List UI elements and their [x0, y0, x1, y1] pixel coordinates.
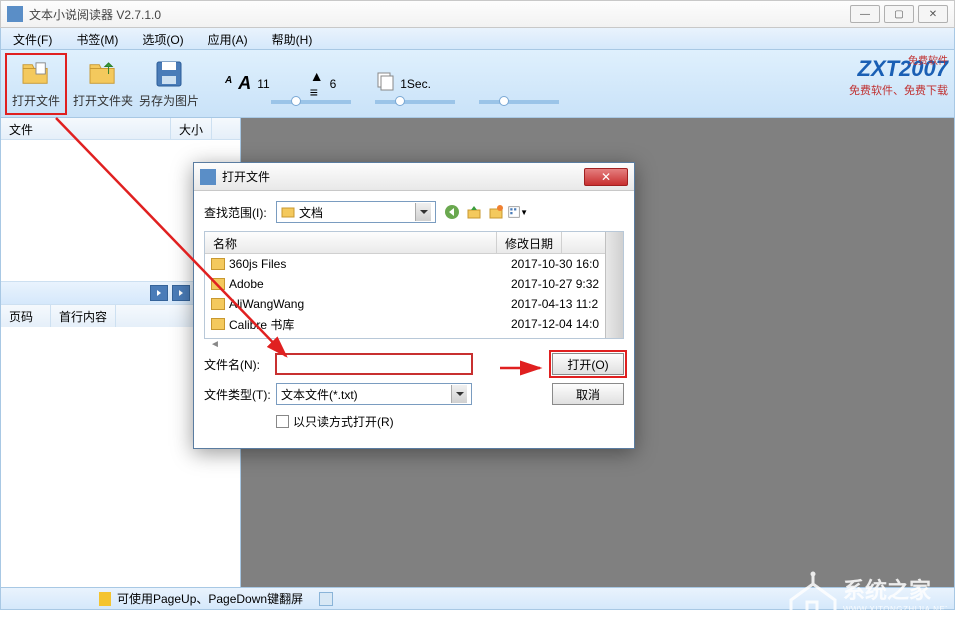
minimize-button[interactable]: —	[850, 5, 880, 23]
new-folder-icon[interactable]	[486, 202, 506, 222]
dialog-titlebar: 打开文件 ✕	[194, 163, 634, 191]
menu-file[interactable]: 文件(F)	[1, 28, 64, 49]
lookin-value: 文档	[299, 204, 323, 221]
cancel-button[interactable]: 取消	[552, 383, 624, 405]
font-slider[interactable]	[271, 100, 351, 104]
file-name: Adobe	[229, 277, 511, 291]
readonly-label: 以只读方式打开(R)	[293, 413, 394, 430]
menu-bookmark[interactable]: 书签(M)	[64, 28, 130, 49]
page-icon	[376, 71, 396, 96]
app-icon	[7, 6, 23, 22]
line-slider[interactable]	[375, 100, 455, 104]
filename-label: 文件名(N):	[204, 356, 276, 373]
open-file-button[interactable]: 打开文件	[5, 53, 67, 115]
close-button[interactable]: ✕	[918, 5, 948, 23]
nav-prev-icon[interactable]	[172, 285, 190, 301]
page-speed-control: 1Sec.	[376, 71, 441, 96]
back-icon[interactable]	[442, 202, 462, 222]
dialog-close-button[interactable]: ✕	[584, 168, 628, 186]
menu-options[interactable]: 选项(O)	[130, 28, 195, 49]
open-file-label: 打开文件	[12, 92, 60, 109]
save-as-image-button[interactable]: 另存为图片	[139, 54, 199, 114]
col-content[interactable]: 首行内容	[51, 305, 116, 327]
dialog-title: 打开文件	[222, 168, 270, 185]
brand-logo: 免费软件 ZXT2007 免费软件、免费下载	[849, 56, 948, 98]
folder-icon	[211, 258, 225, 270]
file-row[interactable]: AliWangWang2017-04-13 11:2	[205, 294, 605, 314]
documents-folder-icon	[281, 205, 295, 219]
toolbar: 打开文件 打开文件夹 另存为图片 AA 11 ▲≡ 6 1Sec. 免费软件 Z…	[0, 50, 955, 118]
window-titlebar: 文本小说阅读器 V2.7.1.0 — ▢ ✕	[0, 0, 955, 28]
file-row[interactable]: Calibre 书库2017-12-04 14:0	[205, 314, 605, 334]
file-date: 2017-04-13 11:2	[511, 297, 598, 311]
file-row[interactable]: Adobe2017-10-27 9:32	[205, 274, 605, 294]
open-button[interactable]: 打开(O)	[552, 353, 624, 375]
lookin-combo[interactable]: 文档	[276, 201, 436, 223]
page-speed-value: 1Sec.	[400, 77, 431, 91]
watermark: 系统之家 WWW.XITONGZHIJIA.NET	[787, 564, 947, 618]
line-spacing-value: 6	[330, 77, 337, 91]
dialog-icon	[200, 169, 216, 185]
folder-icon	[211, 298, 225, 310]
col-name[interactable]: 名称	[205, 232, 497, 253]
nav-first-icon[interactable]	[150, 285, 168, 301]
col-page[interactable]: 页码	[1, 305, 51, 327]
tip-icon	[99, 592, 111, 606]
lookin-label: 查找范围(I):	[204, 204, 276, 221]
file-name: AliWangWang	[229, 297, 511, 311]
window-title: 文本小说阅读器 V2.7.1.0	[29, 6, 161, 23]
file-name: 360js Files	[229, 257, 511, 271]
col-date[interactable]: 修改日期	[497, 232, 562, 253]
file-row[interactable]: 360js Files2017-10-30 16:0	[205, 254, 605, 274]
svg-text:WWW.XITONGZHIJIA.NET: WWW.XITONGZHIJIA.NET	[843, 605, 947, 614]
menubar: 文件(F) 书签(M) 选项(O) 应用(A) 帮助(H)	[0, 28, 955, 50]
view-mode-icon[interactable]: ▼	[508, 202, 528, 222]
filetype-combo[interactable]: 文本文件(*.txt)	[276, 383, 472, 405]
status-tip: 可使用PageUp、PageDown键翻屏	[117, 590, 303, 607]
save-icon	[153, 58, 185, 90]
readonly-checkbox[interactable]	[276, 415, 289, 428]
open-folder-icon	[87, 58, 119, 90]
menu-help[interactable]: 帮助(H)	[260, 28, 325, 49]
status-icon2	[319, 592, 333, 606]
font-size-value: 11	[257, 77, 269, 91]
open-folder-button[interactable]: 打开文件夹	[73, 54, 133, 114]
line-spacing-control: ▲≡ 6	[310, 68, 347, 100]
filelist-header: 文件 大小	[1, 118, 240, 140]
file-date: 2017-12-04 14:0	[511, 317, 599, 331]
filetype-value: 文本文件(*.txt)	[281, 386, 358, 403]
save-image-label: 另存为图片	[139, 92, 199, 109]
file-date: 2017-10-27 9:32	[511, 277, 599, 291]
col-size[interactable]: 大小	[171, 118, 212, 139]
open-file-icon	[20, 58, 52, 90]
maximize-button[interactable]: ▢	[884, 5, 914, 23]
folder-icon	[211, 278, 225, 290]
file-name: Calibre 书库	[229, 316, 511, 333]
up-folder-icon[interactable]	[464, 202, 484, 222]
col-file[interactable]: 文件	[1, 118, 171, 139]
speed-slider[interactable]	[479, 100, 559, 104]
open-file-dialog: 打开文件 ✕ 查找范围(I): 文档 ▼ 名称 修改日期	[193, 162, 635, 449]
svg-text:系统之家: 系统之家	[843, 578, 932, 603]
folder-icon	[211, 318, 225, 330]
file-date: 2017-10-30 16:0	[511, 257, 599, 271]
file-scrollbar[interactable]	[605, 232, 623, 338]
filename-input[interactable]	[276, 354, 472, 374]
file-listview[interactable]: 名称 修改日期 360js Files2017-10-30 16:0Adobe2…	[204, 231, 624, 339]
menu-apply[interactable]: 应用(A)	[196, 28, 260, 49]
font-size-control: AA 11	[225, 73, 280, 94]
open-folder-label: 打开文件夹	[73, 92, 133, 109]
filetype-label: 文件类型(T):	[204, 386, 276, 403]
